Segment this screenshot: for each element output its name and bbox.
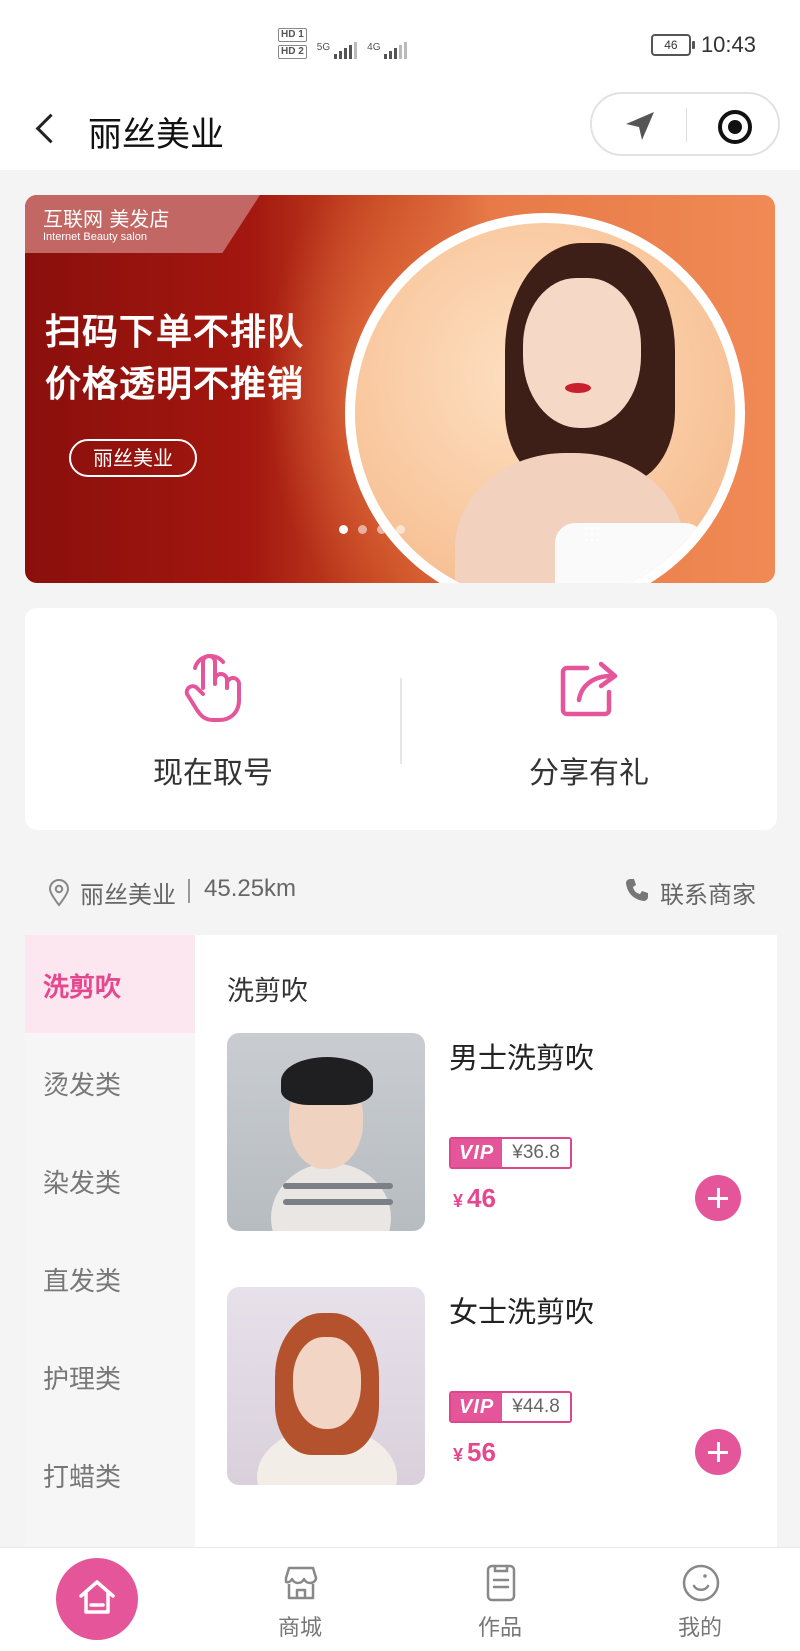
banner-tag-cn: 互联网 美发店 <box>43 207 170 231</box>
shop-name: 丽丝美业 <box>80 881 176 909</box>
banner-model-image <box>355 223 735 583</box>
product-name: 女士洗剪吹 <box>449 1295 595 1329</box>
tab-home[interactable] <box>56 1558 138 1640</box>
category-label: 直发类 <box>43 1267 122 1297</box>
vip-label: VIP <box>451 1393 503 1421</box>
product-image-men <box>227 1033 425 1231</box>
product-price: ¥56 <box>453 1437 496 1467</box>
back-icon[interactable] <box>28 108 68 152</box>
add-to-cart-button[interactable] <box>695 1175 741 1221</box>
store-icon <box>284 1566 318 1600</box>
product-card[interactable]: 女士洗剪吹 VIP ¥44.8 ¥56 <box>227 1287 757 1487</box>
share-icon <box>560 661 618 717</box>
category-item-perm[interactable]: 烫发类 <box>25 1033 195 1131</box>
category-sidebar: 洗剪吹 烫发类 染发类 直发类 护理类 打蜡类 <box>25 935 195 1547</box>
category-item-wax[interactable]: 打蜡类 <box>25 1425 195 1523</box>
phone-icon[interactable] <box>624 877 650 903</box>
tab-mall-label: 商城 <box>277 1616 322 1641</box>
tab-mine-label: 我的 <box>677 1616 722 1641</box>
home-icon <box>79 1580 115 1614</box>
vip-price-badge: VIP ¥44.8 <box>449 1391 572 1423</box>
status-bar: HD 1 HD 2 5G 4G 46 10:43 <box>0 0 800 90</box>
add-to-cart-button[interactable] <box>695 1429 741 1475</box>
banner-slogan-line2: 价格透明不推销 <box>45 363 305 405</box>
take-number-label: 现在取号 <box>153 756 273 791</box>
location-divider <box>188 879 190 903</box>
location-arrow-icon[interactable] <box>622 108 658 144</box>
sim1-badge: HD 1 <box>278 28 307 42</box>
vip-price-badge: VIP ¥36.8 <box>449 1137 572 1169</box>
banner-tag-en: Internet Beauty salon <box>43 231 147 243</box>
battery-icon: 46 <box>650 34 695 56</box>
carousel-dot[interactable] <box>396 525 405 534</box>
category-item-dye[interactable]: 染发类 <box>25 1131 195 1229</box>
carousel-dots[interactable] <box>339 525 405 534</box>
banner-slogan-line1: 扫码下单不排队 <box>45 311 305 353</box>
category-label: 染发类 <box>43 1169 122 1199</box>
mini-program-capsule <box>590 92 780 156</box>
vip-price: ¥36.8 <box>502 1139 570 1167</box>
category-label: 护理类 <box>43 1365 122 1395</box>
product-card[interactable]: 男士洗剪吹 VIP ¥36.8 ¥46 <box>227 1033 757 1233</box>
category-label: 烫发类 <box>43 1071 122 1101</box>
contact-merchant-link[interactable]: 联系商家 <box>660 875 756 910</box>
signal-5g-icon: 5G <box>317 42 358 59</box>
clock: 10:43 <box>700 32 756 57</box>
carousel-dot[interactable] <box>339 525 348 534</box>
page-title: 丽丝美业 <box>88 115 224 155</box>
vip-label: VIP <box>451 1139 503 1167</box>
map-pin-icon <box>48 879 70 907</box>
product-image-women <box>227 1287 425 1485</box>
sim2-badge: HD 2 <box>278 45 307 59</box>
smile-face-icon <box>682 1564 720 1602</box>
category-label: 打蜡类 <box>43 1463 122 1493</box>
product-price: ¥46 <box>453 1183 496 1213</box>
carousel-dot[interactable] <box>377 525 386 534</box>
share-gift-label: 分享有礼 <box>529 756 649 791</box>
shop-location-row: 丽丝美业 45.25km 联系商家 <box>0 855 800 935</box>
category-label: 洗剪吹 <box>43 973 122 1003</box>
signal-4g-icon: 4G <box>367 42 408 59</box>
nav-bar: 丽丝美业 <box>0 90 800 170</box>
service-catalog: 洗剪吹 烫发类 染发类 直发类 护理类 打蜡类 洗剪吹 男士洗剪吹 VIP ¥3… <box>25 935 777 1547</box>
share-gift-button[interactable]: 分享有礼 <box>401 608 777 830</box>
tab-mall[interactable]: 商城 <box>200 1548 400 1651</box>
clipboard-icon <box>486 1564 516 1602</box>
promo-banner[interactable]: 互联网 美发店 Internet Beauty salon 扫码下单不排队 价格… <box>25 195 775 583</box>
shop-distance: 45.25km <box>204 875 297 902</box>
quick-actions-card: 现在取号 分享有礼 <box>25 608 777 830</box>
carousel-dot[interactable] <box>358 525 367 534</box>
category-item-care[interactable]: 护理类 <box>25 1327 195 1425</box>
dot-grid-icon <box>583 525 601 543</box>
category-item-straighten[interactable]: 直发类 <box>25 1229 195 1327</box>
tab-mine[interactable]: 我的 <box>600 1548 800 1651</box>
product-name: 男士洗剪吹 <box>449 1041 595 1075</box>
tab-works-label: 作品 <box>477 1616 522 1641</box>
vip-price: ¥44.8 <box>502 1393 570 1421</box>
capsule-divider <box>686 108 687 142</box>
product-list: 洗剪吹 男士洗剪吹 VIP ¥36.8 ¥46 女士洗剪吹 VIP ¥44.8 … <box>195 935 777 1547</box>
tab-works[interactable]: 作品 <box>400 1548 600 1651</box>
take-number-button[interactable]: 现在取号 <box>25 608 401 830</box>
signal-indicators: HD 1 HD 2 5G 4G <box>278 28 408 59</box>
category-item-wash-cut-blow[interactable]: 洗剪吹 <box>25 935 195 1033</box>
section-title: 洗剪吹 <box>227 976 308 1007</box>
banner-brand-button: 丽丝美业 <box>69 439 197 477</box>
tap-hand-icon <box>184 654 241 722</box>
record-icon[interactable] <box>714 106 754 146</box>
